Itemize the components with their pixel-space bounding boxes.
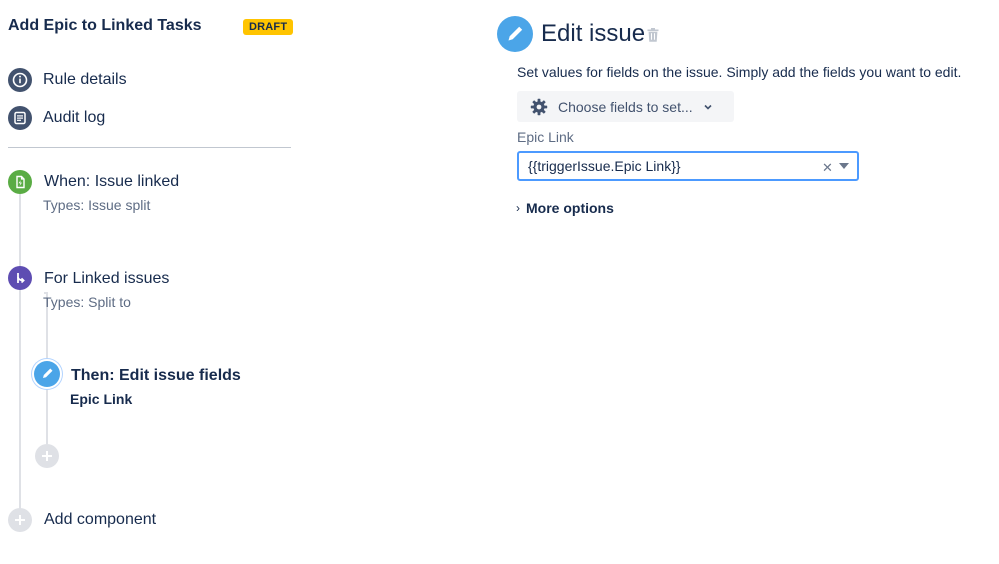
rule-title: Add Epic to Linked Tasks xyxy=(8,17,202,34)
plus-icon xyxy=(15,515,25,525)
status-badge: DRAFT xyxy=(243,19,294,35)
choose-fields-label: Choose fields to set... xyxy=(558,98,693,115)
epic-link-value: {{triggerIssue.Epic Link}} xyxy=(528,158,681,174)
chevron-right-icon: › xyxy=(516,201,520,215)
caret-down-icon[interactable] xyxy=(839,163,849,169)
pencil-icon[interactable] xyxy=(34,361,60,387)
add-in-branch-button[interactable] xyxy=(35,444,59,468)
nav-item-audit-log[interactable]: Audit log xyxy=(8,106,105,130)
action-subtitle: Epic Link xyxy=(70,391,133,407)
trigger-title[interactable]: When: Issue linked xyxy=(44,173,179,191)
trash-icon[interactable] xyxy=(647,28,659,42)
automation-rule-editor: Add Epic to Linked Tasks DRAFT Rule deta… xyxy=(0,0,999,564)
branch-icon[interactable] xyxy=(8,266,32,290)
pencil-icon xyxy=(497,16,533,52)
more-options-label: More options xyxy=(526,200,614,216)
add-component-button[interactable] xyxy=(8,508,32,532)
choose-fields-button[interactable]: Choose fields to set... xyxy=(517,91,734,122)
nav-item-rule-details[interactable]: Rule details xyxy=(8,68,127,92)
clear-icon[interactable]: ✕ xyxy=(822,160,833,176)
edit-issue-title: Edit issue xyxy=(541,20,646,47)
branch-title[interactable]: For Linked issues xyxy=(44,270,169,288)
trigger-subtitle: Types: Issue split xyxy=(43,197,151,213)
gear-icon xyxy=(530,98,548,115)
trigger-icon[interactable] xyxy=(8,170,32,194)
epic-link-field[interactable]: {{triggerIssue.Epic Link}} ✕ xyxy=(517,151,859,181)
edit-description: Set values for fields on the issue. Simp… xyxy=(517,64,962,80)
nav-label: Rule details xyxy=(43,71,127,88)
more-options-toggle[interactable]: › More options xyxy=(516,200,614,216)
timeline-line xyxy=(19,194,21,510)
list-icon xyxy=(8,106,32,130)
info-icon xyxy=(8,68,32,92)
epic-link-label: Epic Link xyxy=(517,129,574,145)
branch-subtitle: Types: Split to xyxy=(43,294,131,310)
divider xyxy=(8,147,291,148)
action-title[interactable]: Then: Edit issue fields xyxy=(71,367,241,385)
add-component-label[interactable]: Add component xyxy=(44,511,156,529)
chevron-down-icon xyxy=(704,104,712,110)
nav-label: Audit log xyxy=(43,109,106,126)
plus-icon xyxy=(42,451,52,461)
